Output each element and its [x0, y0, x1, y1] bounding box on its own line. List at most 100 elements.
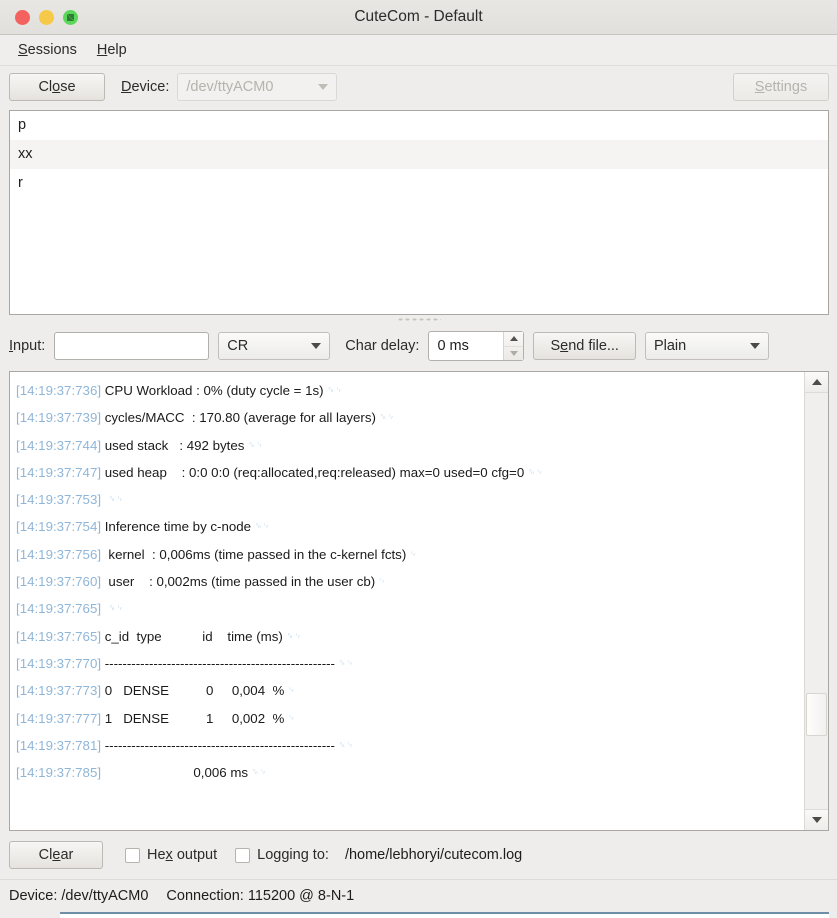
terminal-scrollbar[interactable] — [804, 372, 828, 830]
char-delay-decrement-button[interactable] — [504, 347, 523, 361]
terminal-text: user : 0,002ms (time passed in the user … — [101, 574, 376, 590]
terminal-timestamp: [14:19:37:753] — [16, 492, 102, 508]
list-item[interactable]: xx — [10, 140, 828, 169]
terminal-text: cycles/MACC : 170.80 (average for all la… — [101, 410, 376, 426]
terminal-timestamp: [14:19:37:744] — [16, 437, 102, 453]
menu-bar: Sessions Help — [0, 35, 837, 66]
terminal-line: [14:19:37:765] ␍␊ — [16, 595, 804, 622]
terminal-text: kernel : 0,006ms (time passed in the c-k… — [101, 546, 407, 562]
control-char-glyph: ␍␊ — [251, 521, 271, 532]
terminal-line: [14:19:37:781] -------------------------… — [16, 732, 804, 759]
protocol-value: Plain — [653, 338, 687, 354]
triangle-up-icon — [811, 379, 822, 385]
control-char-glyph: ␍␊ — [104, 603, 125, 614]
clear-button[interactable]: Clear — [9, 841, 103, 869]
command-history-list[interactable]: p xx r — [9, 110, 829, 315]
control-char-glyph: ␍␊ — [104, 494, 125, 505]
control-char-glyph: ␍␊ — [244, 439, 265, 450]
line-ending-select[interactable]: CR — [218, 332, 331, 360]
terminal-text: Inference time by c-node — [101, 519, 252, 535]
terminal-line: [14:19:37:765] c_id type id time (ms) ␍␊ — [16, 623, 804, 650]
terminal-line: [14:19:37:754] Inference time by c-node … — [16, 513, 804, 540]
triangle-up-icon — [509, 336, 518, 342]
scroll-down-button[interactable] — [805, 809, 828, 830]
scroll-up-button[interactable] — [805, 372, 828, 393]
terminal-output[interactable]: [14:19:37:736] CPU Workload : 0% (duty c… — [10, 372, 804, 830]
settings-button[interactable]: Settings — [733, 73, 829, 101]
menu-item-help[interactable]: Help — [91, 40, 133, 60]
cutecom-window: CuteCom - Default Sessions Help Close De… — [0, 0, 837, 918]
list-item[interactable]: r — [10, 169, 828, 198]
close-window-button[interactable] — [15, 9, 30, 25]
protocol-select[interactable]: Plain — [644, 332, 769, 360]
control-char-glyph: ␍␊ — [334, 739, 355, 750]
list-item[interactable]: p — [10, 111, 828, 140]
terminal-text: used stack : 492 bytes — [101, 437, 245, 453]
send-file-button[interactable]: Send file... — [533, 332, 636, 360]
output-controls-bar: Clear Hex output Logging to: /home/lebho… — [0, 831, 837, 879]
input-label: Input: — [9, 338, 46, 354]
terminal-timestamp: [14:19:37:777] — [16, 710, 102, 726]
connection-toolbar: Close Device: /dev/ttyACM0 Settings — [0, 66, 837, 108]
terminal-line: [14:19:37:777] 1 DENSE 1 0,002 % ␊ — [16, 705, 804, 732]
triangle-down-icon — [509, 350, 518, 356]
chevron-down-icon — [318, 84, 329, 90]
terminal-line: [14:19:37:773] 0 DENSE 0 0,004 % ␊ — [16, 677, 804, 704]
menu-item-sessions[interactable]: Sessions — [12, 40, 83, 60]
terminal-line: [14:19:37:770] -------------------------… — [16, 650, 804, 677]
chevron-down-icon — [749, 343, 760, 349]
logging-checkbox[interactable] — [235, 847, 251, 863]
terminal-text: 0,006 ms — [101, 765, 249, 781]
terminal-timestamp: [14:19:37:736] — [16, 383, 102, 398]
device-select[interactable]: /dev/ttyACM0 — [177, 73, 338, 101]
terminal-timestamp: [14:19:37:754] — [16, 519, 102, 535]
control-char-glyph: ␊ — [406, 548, 418, 559]
status-connection: Connection: 115200 @ 8-N-1 — [166, 888, 355, 904]
terminal-timestamp: [14:19:37:756] — [16, 546, 102, 562]
terminal-timestamp: [14:19:37:765] — [16, 601, 102, 617]
char-delay-label: Char delay: — [345, 338, 420, 354]
status-device: Device: /dev/ttyACM0 — [9, 888, 149, 904]
terminal-text: ----------------------------------------… — [101, 737, 335, 753]
logging-checkbox-group[interactable]: Logging to: — [235, 847, 329, 863]
chevron-down-icon — [311, 343, 322, 349]
minimize-window-button[interactable] — [39, 9, 54, 25]
terminal-timestamp: [14:19:37:773] — [16, 683, 102, 699]
title-bar: CuteCom - Default — [0, 0, 837, 35]
control-char-glyph: ␍␊ — [375, 412, 396, 423]
terminal-timestamp: [14:19:37:770] — [16, 655, 102, 671]
terminal-text: 0 DENSE 0 0,004 % — [101, 683, 285, 699]
window-title: CuteCom - Default — [354, 8, 483, 25]
terminal-line: [14:19:37:739] cycles/MACC : 170.80 (ave… — [16, 404, 804, 431]
device-select-value: /dev/ttyACM0 — [186, 79, 274, 95]
char-delay-stepper — [503, 332, 524, 361]
input-field[interactable] — [54, 332, 210, 360]
control-char-glyph: ␊ — [284, 685, 297, 696]
char-delay-spinner[interactable]: 0 ms — [428, 331, 525, 361]
triangle-down-icon — [811, 817, 822, 823]
connect-toggle-button[interactable]: Close — [9, 73, 105, 101]
terminal-timestamp: [14:19:37:765] — [16, 628, 102, 644]
char-delay-value: 0 ms — [437, 338, 469, 354]
line-ending-value: CR — [227, 338, 249, 354]
terminal-timestamp: [14:19:37:739] — [16, 410, 102, 426]
log-file-path: /home/lebhoryi/cutecom.log — [344, 847, 523, 863]
terminal-line: [14:19:37:756] kernel : 0,006ms (time pa… — [16, 541, 804, 568]
terminal-text: 1 DENSE 1 0,002 % — [101, 710, 285, 726]
terminal-line: [14:19:37:785] 0,006 ms ␍␊ — [16, 759, 804, 786]
maximize-window-button[interactable] — [63, 9, 78, 25]
scrollbar-thumb[interactable] — [806, 692, 827, 737]
control-char-glyph: ␍␊ — [282, 630, 303, 641]
device-label: Device: — [121, 79, 170, 95]
terminal-line: [14:19:37:753] ␍␊ — [16, 486, 804, 513]
terminal-timestamp: [14:19:37:747] — [16, 464, 102, 480]
terminal-timestamp: [14:19:37:781] — [16, 737, 102, 753]
panel-splitter[interactable] — [0, 315, 837, 324]
hex-output-checkbox-group[interactable]: Hex output — [125, 847, 217, 863]
window-controls — [0, 9, 78, 25]
scrollbar-track[interactable] — [805, 393, 828, 809]
window-bottom-edge — [60, 912, 829, 918]
status-bar: Device: /dev/ttyACM0 Connection: 115200 … — [0, 879, 837, 912]
hex-output-checkbox[interactable] — [125, 847, 140, 863]
char-delay-increment-button[interactable] — [504, 332, 524, 347]
